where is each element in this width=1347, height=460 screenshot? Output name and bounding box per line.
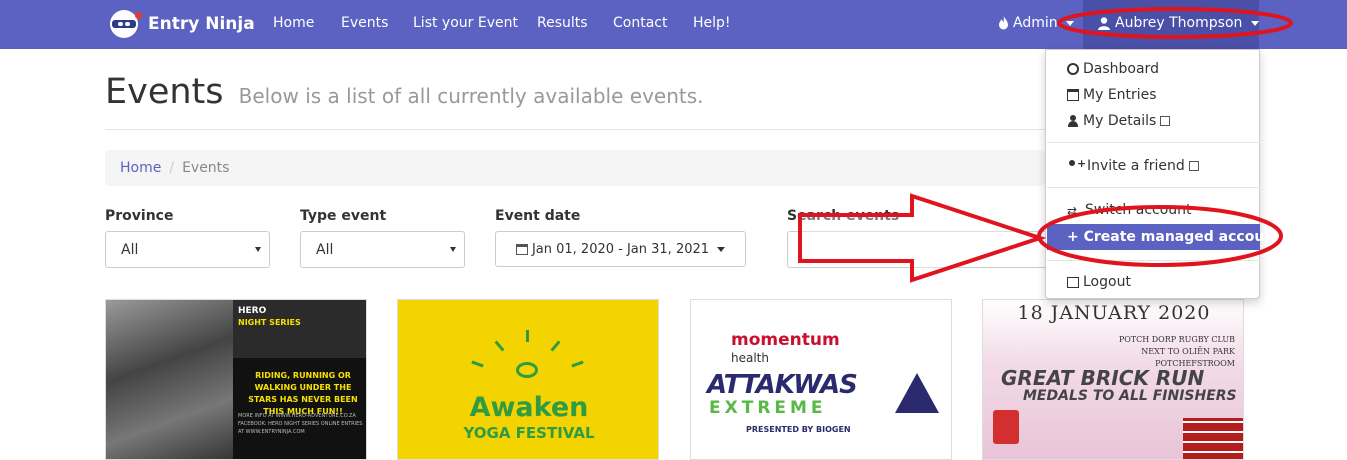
event-card-awaken-yoga[interactable]: Awaken YOGA FESTIVAL [397,299,659,460]
brick-subtitle: MEDALS TO ALL FINISHERS [1023,388,1237,404]
select-arrow-icon [450,247,456,252]
sun-logo-icon [516,362,538,378]
admin-label: Admin [1013,15,1058,31]
logout-icon [1067,276,1079,288]
breadcrumb-home-link[interactable]: Home [120,160,161,176]
chevron-down-icon [717,246,726,252]
brand-link[interactable]: Entry Ninja [110,9,255,39]
menu-item-my-details[interactable]: My Details [1067,113,1171,129]
user-name: Aubrey Thompson [1115,15,1243,31]
type-event-value: All [316,241,334,258]
brick-title: GREAT BRICK RUN [1001,366,1205,390]
page-title-text: Events [105,72,224,112]
nav-home[interactable]: Home [273,15,314,31]
plus-icon: + [1067,229,1079,245]
menu-item-logout[interactable]: Logout [1067,274,1131,290]
sponsor-sub: health [731,351,769,365]
brick-wall-icon [1183,418,1243,459]
sponsor-name: momentum [731,330,840,350]
page-title: Events Below is a list of all currently … [105,72,704,112]
external-link-icon [1188,161,1199,171]
attakwas-subtitle: EXTREME [709,398,827,418]
menu-item-label: My Details [1083,113,1157,129]
user-icon [1098,16,1110,30]
menu-item-switch-account[interactable]: ⇄ Switch account [1067,202,1192,218]
menu-item-label: My Entries [1083,87,1157,103]
chevron-down-icon [1065,20,1074,26]
menu-item-label: Create managed account [1083,229,1281,245]
menu-divider [1047,187,1260,188]
search-events-label: Search events [787,208,900,224]
mountain-logo-icon [895,373,939,413]
brand-name: Entry Ninja [148,14,255,34]
header-divider [105,129,1045,130]
type-event-label: Type event [300,208,387,224]
ninja-logo-icon [110,10,142,38]
event-date-label: Event date [495,208,581,224]
menu-item-label: Invite a friend [1087,158,1185,174]
province-label: Province [105,208,174,224]
hero-subtitle: NIGHT SERIES [238,318,301,327]
dashboard-icon [1067,63,1079,75]
nav-list-event[interactable]: List your Event [413,15,518,31]
nav-contact[interactable]: Contact [613,15,667,31]
menu-item-label: Switch account [1085,202,1192,218]
menu-item-invite-friend[interactable]: Invite a friend [1067,157,1199,174]
nav-results[interactable]: Results [537,15,588,31]
nav-help[interactable]: Help! [693,15,731,31]
brick-location: POTCH DORP RUGBY CLUB NEXT TO OLIËN PARK… [1118,335,1235,368]
breadcrumb: Home / Events [105,150,1045,186]
select-arrow-icon [255,247,261,252]
brick-date: 18 JANUARY 2020 [1017,302,1211,324]
add-user-icon [1067,157,1086,172]
event-photo [106,300,233,459]
external-link-icon [1160,116,1171,126]
event-card-great-brick-run[interactable]: 18 JANUARY 2020 POTCH DORP RUGBY CLUB NE… [982,299,1244,460]
calendar-icon [515,243,528,255]
type-event-select[interactable]: All [300,231,465,268]
menu-item-label: Logout [1083,274,1131,290]
hero-title: HERO [238,306,267,316]
menu-item-dashboard[interactable]: Dashboard [1067,61,1159,77]
province-value: All [121,241,139,258]
user-dropdown-menu: Dashboard My Entries My Details Invite a… [1045,49,1281,299]
nav-events[interactable]: Events [341,15,388,31]
attakwas-presented: PRESENTED BY BIOGEN [746,425,851,434]
breadcrumb-current: Events [182,160,230,176]
menu-item-label: Dashboard [1083,61,1159,77]
hero-message: RIDING, RUNNING OR WALKING UNDER THE STA… [248,371,358,416]
event-date-value: Jan 01, 2020 - Jan 31, 2021 [531,241,710,257]
user-menu-toggle[interactable]: Aubrey Thompson [1098,15,1260,31]
admin-menu-toggle[interactable]: Admin [998,15,1074,31]
fire-icon [999,16,1008,30]
user-icon [1067,115,1079,127]
menu-item-my-entries[interactable]: My Entries [1067,87,1157,103]
create-managed-account-label: + Create managed account [1067,229,1281,245]
top-navbar: Entry Ninja Home Events List your Event … [0,0,1347,49]
event-card-attakwas-extreme[interactable]: momentum health ATTAKWAS EXTREME PRESENT… [690,299,952,460]
brick-mascot-icon [993,410,1019,444]
search-events-input[interactable] [787,231,1057,268]
calendar-icon [1067,89,1079,101]
menu-divider [1047,142,1260,143]
awaken-title: Awaken [469,392,589,423]
attakwas-title: ATTAKWAS [707,370,858,400]
chevron-down-icon [1251,20,1260,26]
page-subtitle: Below is a list of all currently availab… [238,84,704,108]
hero-small-print: MORE INFO AT WWW.HERO-ADVENTURE.CO.ZA FA… [238,413,363,435]
awaken-subtitle: YOGA FESTIVAL [463,424,595,442]
event-date-picker[interactable]: Jan 01, 2020 - Jan 31, 2021 [495,231,746,267]
menu-divider [1047,260,1260,261]
shuffle-icon: ⇄ [1067,204,1078,218]
province-select[interactable]: All [105,231,270,268]
event-card-hero-night-series[interactable]: HERO NIGHT SERIES RIDING, RUNNING OR WAL… [105,299,367,460]
breadcrumb-separator: / [169,160,175,176]
